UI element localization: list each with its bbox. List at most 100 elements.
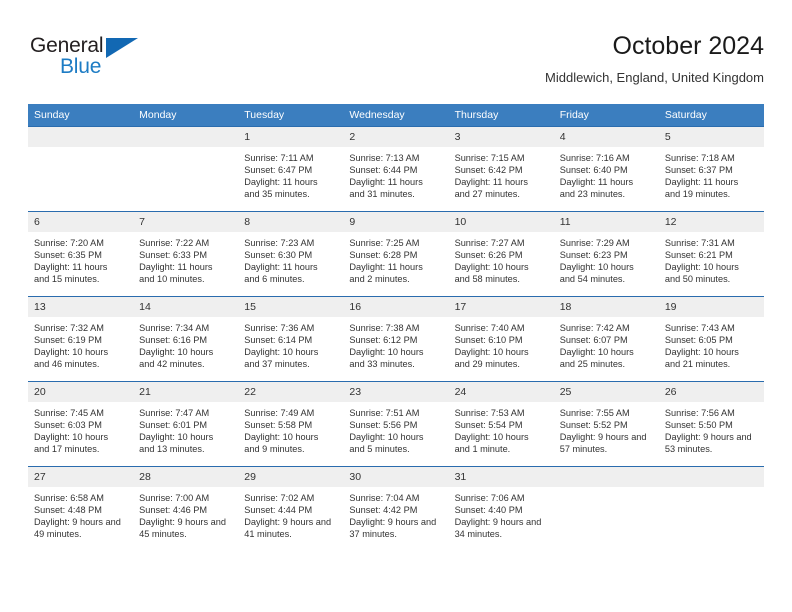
sunset-time: Sunset: 6:47 PM [244, 165, 313, 176]
sunset-time: Sunset: 6:05 PM [664, 335, 733, 346]
calendar-day-cell[interactable]: 7 Sunrise: 7:22 AM Sunset: 6:33 PM Daylight… [133, 211, 239, 297]
daylight-duration: Daylight: 11 hours and 19 minutes. [664, 177, 739, 200]
calendar-day-cell[interactable]: 30 Sunrise: 7:04 AM Sunset: 4:42 PM Dayligh… [343, 466, 449, 551]
day-number: 6 [28, 212, 134, 232]
daylight-duration: Daylight: 10 hours and 46 minutes. [34, 347, 109, 370]
daylight-duration: Daylight: 11 hours and 27 minutes. [454, 177, 528, 200]
calendar-day-cell[interactable]: 16 Sunrise: 7:38 AM Sunset: 6:12 PM Dayligh… [343, 296, 449, 382]
sunset-time: Sunset: 6:12 PM [349, 335, 418, 346]
calendar-day-cell[interactable]: 14 Sunrise: 7:34 AM Sunset: 6:16 PM Dayligh… [133, 296, 239, 382]
day-number: 19 [658, 297, 764, 317]
day-details: Sunrise: 7:29 AM Sunset: 6:23 PM Daylight:… [554, 232, 659, 285]
sunset-time: Sunset: 6:42 PM [454, 165, 523, 176]
sunset-time: Sunset: 4:42 PM [349, 505, 418, 516]
sunrise-time: Sunrise: 7:29 AM [559, 238, 630, 248]
daylight-duration: Daylight: 9 hours and 37 minutes. [349, 517, 437, 540]
sunset-time: Sunset: 6:14 PM [244, 335, 313, 346]
calendar-day-cell[interactable]: 5 Sunrise: 7:18 AM Sunset: 6:37 PM Daylight… [658, 126, 764, 212]
calendar-page: General Blue October 2024 Middlewich, En… [0, 0, 792, 612]
day-details: Sunrise: 7:51 AM Sunset: 5:56 PM Daylight:… [343, 402, 448, 455]
calendar-day-cell[interactable]: 25 Sunrise: 7:55 AM Sunset: 5:52 PM Dayligh… [553, 381, 659, 467]
sunrise-time: Sunrise: 7:22 AM [139, 238, 210, 248]
day-details: Sunrise: 7:02 AM Sunset: 4:44 PM Daylight:… [238, 487, 343, 540]
day-number: 25 [553, 382, 659, 402]
day-number: 28 [133, 467, 239, 487]
sunset-time: Sunset: 6:23 PM [559, 250, 628, 261]
calendar-day-cell[interactable]: 29 Sunrise: 7:02 AM Sunset: 4:44 PM Dayligh… [238, 466, 344, 551]
calendar-day-cell[interactable]: 26 Sunrise: 7:56 AM Sunset: 5:50 PM Dayligh… [658, 381, 764, 467]
calendar-day-cell[interactable]: 15 Sunrise: 7:36 AM Sunset: 6:14 PM Dayligh… [238, 296, 344, 382]
weekday-header-tuesday: Tuesday [238, 104, 344, 127]
day-number: 29 [238, 467, 344, 487]
day-number: 2 [343, 127, 449, 147]
day-number: 23 [343, 382, 449, 402]
calendar-day-cell[interactable]: 23 Sunrise: 7:51 AM Sunset: 5:56 PM Dayligh… [343, 381, 449, 467]
calendar-day-cell[interactable]: 3 Sunrise: 7:15 AM Sunset: 6:42 PM Daylight… [448, 126, 554, 212]
sunset-time: Sunset: 4:48 PM [34, 505, 102, 516]
weekday-header-monday: Monday [133, 104, 239, 127]
calendar-day-cell[interactable]: 19 Sunrise: 7:43 AM Sunset: 6:05 PM Dayligh… [658, 296, 764, 382]
calendar-day-cell[interactable]: 24 Sunrise: 7:53 AM Sunset: 5:54 PM Dayligh… [448, 381, 554, 467]
calendar-week-row: 1 Sunrise: 7:11 AM Sunset: 6:47 PM Daylight… [28, 126, 764, 212]
day-number: 11 [553, 212, 659, 232]
sunset-time: Sunset: 6:03 PM [34, 420, 102, 431]
calendar-day-cell[interactable]: 6 Sunrise: 7:20 AM Sunset: 6:35 PM Daylight… [28, 211, 134, 297]
sunset-time: Sunset: 5:58 PM [244, 420, 313, 431]
day-details: Sunrise: 7:42 AM Sunset: 6:07 PM Daylight:… [554, 317, 659, 370]
weekday-header-sunday: Sunday [28, 104, 134, 127]
day-number: 20 [28, 382, 134, 402]
day-details: Sunrise: 7:00 AM Sunset: 4:46 PM Daylight:… [133, 487, 238, 540]
daylight-duration: Daylight: 10 hours and 17 minutes. [34, 432, 109, 455]
sunset-time: Sunset: 6:10 PM [454, 335, 523, 346]
weekday-header-saturday: Saturday [658, 104, 764, 127]
day-details: Sunrise: 7:31 AM Sunset: 6:21 PM Daylight:… [659, 232, 764, 285]
calendar-day-cell[interactable]: 28 Sunrise: 7:00 AM Sunset: 4:46 PM Dayligh… [133, 466, 239, 551]
title-block: October 2024 Middlewich, England, United… [545, 30, 764, 88]
general-blue-logo[interactable]: General Blue [30, 34, 210, 90]
calendar-day-cell[interactable]: 12 Sunrise: 7:31 AM Sunset: 6:21 PM Dayligh… [658, 211, 764, 297]
daylight-duration: Daylight: 10 hours and 25 minutes. [559, 347, 634, 370]
logo-triangle-icon [106, 38, 138, 58]
daylight-duration: Daylight: 9 hours and 34 minutes. [454, 517, 542, 540]
daylight-duration: Daylight: 9 hours and 49 minutes. [34, 517, 121, 540]
daylight-duration: Daylight: 10 hours and 50 minutes. [664, 262, 739, 285]
day-number: 10 [448, 212, 554, 232]
calendar-day-cell[interactable]: 11 Sunrise: 7:29 AM Sunset: 6:23 PM Dayligh… [553, 211, 659, 297]
calendar-day-cell[interactable]: 1 Sunrise: 7:11 AM Sunset: 6:47 PM Daylight… [238, 126, 344, 212]
sunset-time: Sunset: 5:54 PM [454, 420, 523, 431]
sunset-time: Sunset: 5:52 PM [559, 420, 628, 431]
calendar-week-row: 27 Sunrise: 6:58 AM Sunset: 4:48 PM Dayligh… [28, 466, 764, 551]
sunset-time: Sunset: 6:21 PM [664, 250, 733, 261]
daylight-duration: Daylight: 11 hours and 10 minutes. [139, 262, 213, 285]
calendar-empty-cell [658, 466, 764, 551]
calendar-day-cell[interactable]: 17 Sunrise: 7:40 AM Sunset: 6:10 PM Dayligh… [448, 296, 554, 382]
sunrise-time: Sunrise: 7:02 AM [244, 493, 315, 503]
calendar-day-cell[interactable]: 22 Sunrise: 7:49 AM Sunset: 5:58 PM Dayligh… [238, 381, 344, 467]
day-number: 1 [238, 127, 344, 147]
calendar-day-cell[interactable]: 20 Sunrise: 7:45 AM Sunset: 6:03 PM Dayligh… [28, 381, 134, 467]
sunrise-time: Sunrise: 7:20 AM [34, 238, 104, 248]
day-number: 7 [133, 212, 239, 232]
sunset-time: Sunset: 6:40 PM [559, 165, 628, 176]
day-number: 4 [553, 127, 659, 147]
calendar-day-cell[interactable]: 13 Sunrise: 7:32 AM Sunset: 6:19 PM Dayligh… [28, 296, 134, 382]
calendar-day-cell[interactable]: 27 Sunrise: 6:58 AM Sunset: 4:48 PM Dayligh… [28, 466, 134, 551]
day-details: Sunrise: 7:47 AM Sunset: 6:01 PM Daylight:… [133, 402, 238, 455]
day-number [28, 127, 134, 147]
calendar-day-cell[interactable]: 18 Sunrise: 7:42 AM Sunset: 6:07 PM Dayligh… [553, 296, 659, 382]
calendar-day-cell[interactable]: 21 Sunrise: 7:47 AM Sunset: 6:01 PM Dayligh… [133, 381, 239, 467]
calendar-day-cell[interactable]: 9 Sunrise: 7:25 AM Sunset: 6:28 PM Daylight… [343, 211, 449, 297]
sunrise-time: Sunrise: 6:58 AM [34, 493, 104, 503]
calendar-day-cell[interactable]: 10 Sunrise: 7:27 AM Sunset: 6:26 PM Dayligh… [448, 211, 554, 297]
calendar-day-cell[interactable]: 2 Sunrise: 7:13 AM Sunset: 6:44 PM Daylight… [343, 126, 449, 212]
day-number: 21 [133, 382, 239, 402]
calendar-day-cell[interactable]: 4 Sunrise: 7:16 AM Sunset: 6:40 PM Daylight… [553, 126, 659, 212]
calendar-day-cell[interactable]: 31 Sunrise: 7:06 AM Sunset: 4:40 PM Dayligh… [448, 466, 554, 551]
calendar-day-cell[interactable]: 8 Sunrise: 7:23 AM Sunset: 6:30 PM Daylight… [238, 211, 344, 297]
sunrise-time: Sunrise: 7:47 AM [139, 408, 210, 418]
day-number [553, 467, 659, 487]
day-details: Sunrise: 7:15 AM Sunset: 6:42 PM Daylight:… [449, 147, 554, 200]
daylight-duration: Daylight: 11 hours and 35 minutes. [244, 177, 318, 200]
calendar-week-row: 20 Sunrise: 7:45 AM Sunset: 6:03 PM Dayligh… [28, 381, 764, 467]
daylight-duration: Daylight: 10 hours and 54 minutes. [559, 262, 634, 285]
